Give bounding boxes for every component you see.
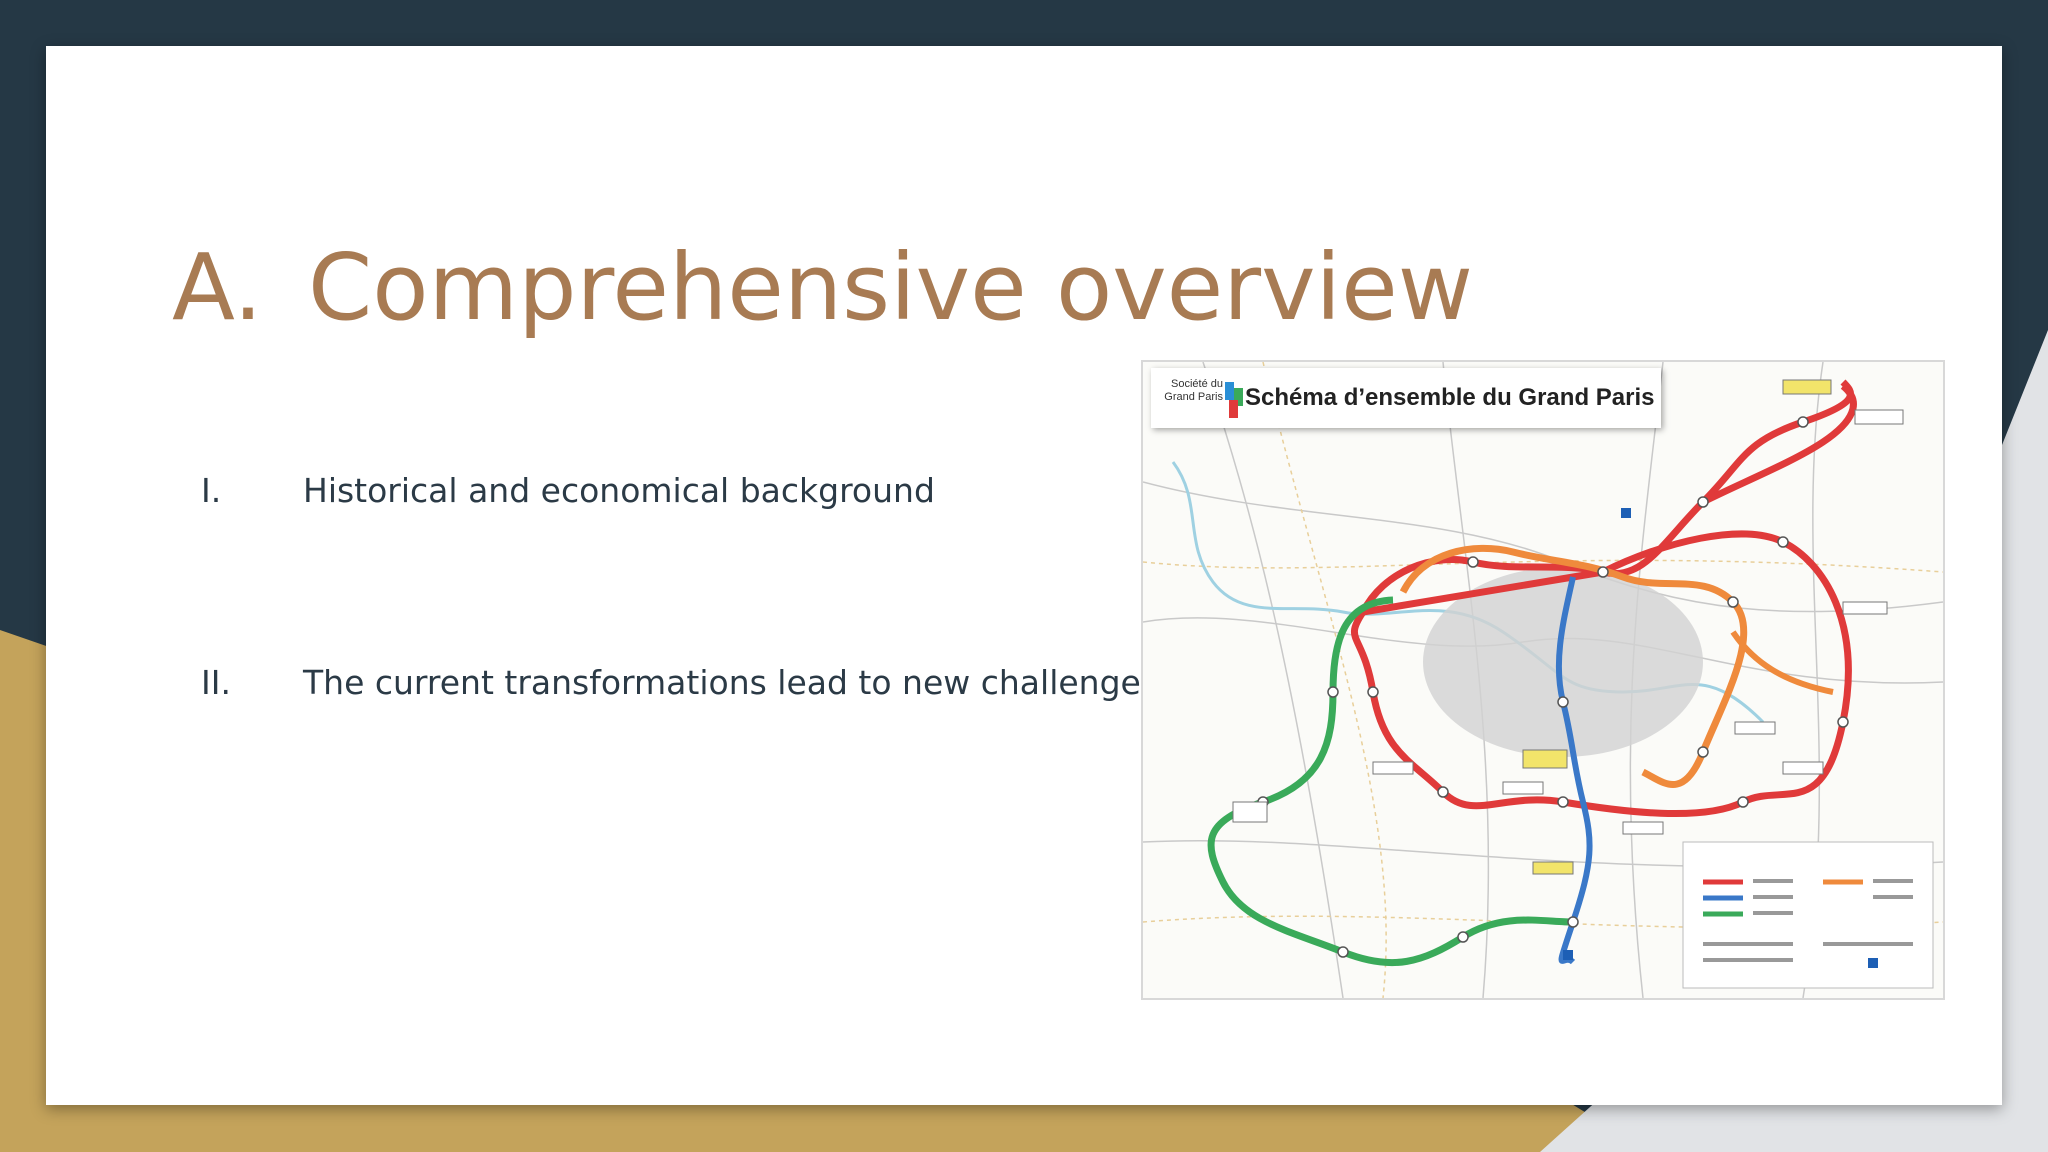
list-item-number: II. [201,663,231,702]
map-logo-text: Société du Grand Paris [1164,378,1223,403]
slide-title: A. Comprehensive overview [172,234,1473,341]
list-item-text: The current transformations lead to new … [303,663,1159,702]
map-header: Société du Grand Paris Schéma d’ensemble… [1151,368,1661,428]
slide-canvas: A. Comprehensive overview I. Historical an… [46,46,2002,1105]
list-item: I. Historical and economical background [201,471,935,510]
list-item-number: I. [201,471,222,510]
title-text: Comprehensive overview [308,234,1473,341]
list-item-text: Historical and economical background [303,471,935,510]
title-number: A. [172,234,263,341]
metro-map-graphic [1143,362,1943,998]
map-title: Schéma d’ensemble du Grand Paris [1245,384,1655,411]
grand-paris-map-image: Société du Grand Paris Schéma d’ensemble… [1141,360,1945,1000]
list-item: II. The current transformations lead to n… [201,663,1158,702]
sgp-logo-icon [1225,382,1243,418]
